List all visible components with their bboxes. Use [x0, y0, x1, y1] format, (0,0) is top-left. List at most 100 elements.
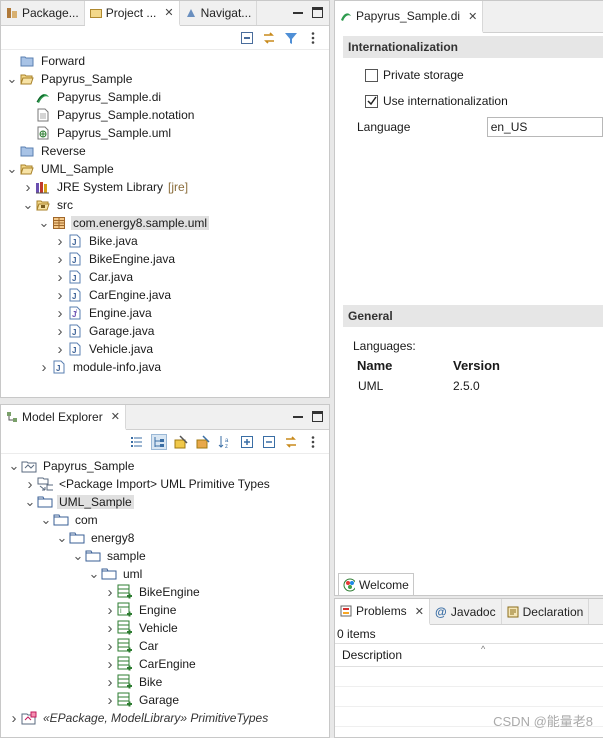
tree-item[interactable]: › I Engine — [1, 601, 329, 619]
tree-item[interactable]: › J Car.java — [1, 268, 329, 286]
tree-item[interactable]: › Vehicle — [1, 619, 329, 637]
table-row[interactable]: UML 2.5.0 — [353, 375, 603, 397]
sort-az-icon[interactable]: az — [217, 434, 233, 450]
tree-item[interactable]: › J I Engine.java — [1, 304, 329, 322]
uml-class-icon — [117, 674, 133, 690]
use-internationalization-option[interactable]: Use internationalization — [365, 88, 603, 114]
tree-item[interactable]: ⌄ UML_Sample — [1, 493, 329, 511]
close-icon[interactable]: ✕ — [468, 10, 477, 23]
private-storage-option[interactable]: Private storage — [365, 62, 603, 88]
maximize-icon[interactable] — [312, 7, 323, 18]
chevron-right-icon[interactable]: › — [23, 476, 37, 493]
chevron-down-icon[interactable]: ⌄ — [5, 162, 19, 176]
tree-item[interactable]: ⌄ com — [1, 511, 329, 529]
chevron-right-icon[interactable]: › — [21, 179, 35, 196]
tree-item[interactable]: ⌄ Papyrus_Sample — [1, 457, 329, 475]
tab-papyrus-di[interactable]: Papyrus_Sample.di ✕ — [335, 1, 484, 33]
tree-item[interactable]: › Bike — [1, 673, 329, 691]
collapse-all-icon[interactable] — [261, 434, 277, 450]
close-icon[interactable]: ✕ — [164, 6, 173, 19]
tree-item[interactable]: › CarEngine — [1, 655, 329, 673]
close-icon[interactable]: ✕ — [111, 410, 120, 423]
tab-package-explorer[interactable]: Package... — [1, 1, 85, 25]
tree-item[interactable]: Papyrus_Sample.notation — [1, 106, 329, 124]
tab-welcome[interactable]: Welcome — [338, 573, 414, 595]
tree-item[interactable]: ⌄ sample — [1, 547, 329, 565]
tree-item[interactable]: ⌄ energy8 — [1, 529, 329, 547]
tab-navigator[interactable]: Navigat... — [180, 1, 258, 25]
chevron-down-icon[interactable]: ⌄ — [87, 567, 101, 581]
chevron-right-icon[interactable]: › — [103, 656, 117, 673]
list-view-icon[interactable] — [129, 434, 145, 450]
language-input[interactable]: en_US — [486, 117, 603, 137]
chevron-down-icon[interactable]: ⌄ — [37, 216, 51, 230]
tree-item[interactable]: ⌄ UML_Sample — [1, 160, 329, 178]
chevron-right-icon[interactable]: › — [53, 233, 67, 250]
chevron-right-icon[interactable]: › — [103, 638, 117, 655]
chevron-right-icon[interactable]: › — [53, 305, 67, 322]
chevron-down-icon[interactable]: ⌄ — [5, 72, 19, 86]
chevron-right-icon[interactable]: › — [7, 710, 21, 727]
tree-item[interactable]: › J Bike.java — [1, 232, 329, 250]
tree-view-icon[interactable] — [151, 433, 167, 450]
tree-item[interactable]: ⌄ uml — [1, 565, 329, 583]
chevron-down-icon[interactable]: ⌄ — [39, 513, 53, 527]
chevron-right-icon[interactable]: › — [53, 251, 67, 268]
view-menu-icon[interactable] — [305, 30, 321, 46]
tree-item[interactable]: › <Package Import> UML Primitive Types — [1, 475, 329, 493]
tab-declaration[interactable]: Declaration — [502, 599, 590, 624]
chevron-right-icon[interactable]: › — [53, 341, 67, 358]
tab-model-explorer[interactable]: Model Explorer ✕ — [1, 405, 126, 430]
collapse-all-icon[interactable] — [239, 30, 255, 46]
tree-item[interactable]: › J Garage.java — [1, 322, 329, 340]
private-storage-checkbox[interactable] — [365, 68, 378, 82]
chevron-down-icon[interactable]: ⌄ — [71, 549, 85, 563]
tree-item[interactable]: › BikeEngine — [1, 583, 329, 601]
tree-item[interactable]: Reverse — [1, 142, 329, 160]
tree-item[interactable]: ⌄ com.energy8.sample.uml — [1, 214, 329, 232]
chevron-down-icon[interactable]: ⌄ — [23, 495, 37, 509]
tab-problems[interactable]: Problems ✕ — [335, 599, 430, 625]
tree-item[interactable]: › Garage — [1, 691, 329, 709]
tree-item[interactable]: › J Vehicle.java — [1, 340, 329, 358]
chevron-right-icon[interactable]: › — [103, 584, 117, 601]
minimize-icon[interactable] — [292, 411, 304, 423]
tree-item[interactable]: › JRE System Library [jre] — [1, 178, 329, 196]
tree-item[interactable]: › Car — [1, 637, 329, 655]
tree-item[interactable]: › J BikeEngine.java — [1, 250, 329, 268]
chevron-right-icon[interactable]: › — [103, 602, 117, 619]
use-internationalization-checkbox[interactable] — [365, 94, 378, 108]
filter-icon[interactable] — [283, 30, 299, 46]
link-with-editor-icon[interactable] — [283, 434, 299, 450]
chevron-right-icon[interactable]: › — [53, 269, 67, 286]
chevron-right-icon[interactable]: › — [103, 692, 117, 709]
maximize-icon[interactable] — [312, 411, 323, 422]
link-with-editor-icon[interactable] — [261, 30, 277, 46]
tree-item[interactable]: › Jmodule-info.java — [1, 358, 329, 376]
chevron-right-icon[interactable]: › — [53, 323, 67, 340]
close-icon[interactable]: ✕ — [415, 605, 424, 618]
tab-javadoc[interactable]: @ Javadoc — [430, 599, 502, 624]
tree-item[interactable]: Forward — [1, 52, 329, 70]
chevron-right-icon[interactable]: › — [37, 359, 51, 376]
chevron-down-icon[interactable]: ⌄ — [21, 198, 35, 212]
diagram-filter-icon[interactable] — [173, 434, 189, 450]
chevron-right-icon[interactable]: › — [103, 674, 117, 691]
tree-item[interactable]: › «EPackage, ModelLibrary» PrimitiveTypes — [1, 709, 329, 727]
tree-item[interactable]: › J CarEngine.java — [1, 286, 329, 304]
expand-all-icon[interactable] — [239, 434, 255, 450]
minimize-icon[interactable] — [292, 7, 304, 19]
chevron-down-icon[interactable]: ⌄ — [7, 459, 21, 473]
tree-item[interactable]: Papyrus_Sample.di — [1, 88, 329, 106]
problems-table-header[interactable]: Description ^ — [335, 643, 603, 667]
edit-filter-icon[interactable] — [195, 434, 211, 450]
view-menu-icon[interactable] — [305, 434, 321, 450]
tab-project-explorer[interactable]: Project ... ✕ — [84, 1, 180, 26]
chevron-right-icon[interactable]: › — [103, 620, 117, 637]
tree-item-label: Forward — [41, 54, 86, 68]
tree-item[interactable]: ⌄ Papyrus_Sample — [1, 70, 329, 88]
chevron-down-icon[interactable]: ⌄ — [55, 531, 69, 545]
chevron-right-icon[interactable]: › — [53, 287, 67, 304]
tree-item[interactable]: Papyrus_Sample.uml — [1, 124, 329, 142]
tree-item[interactable]: ⌄ src — [1, 196, 329, 214]
